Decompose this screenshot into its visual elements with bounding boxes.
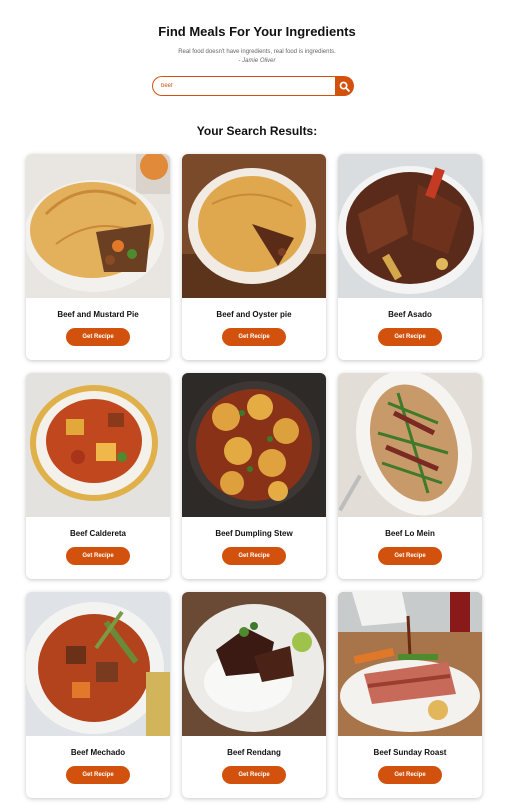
get-recipe-button[interactable]: Get Recipe xyxy=(66,766,130,784)
recipe-card: Beef Mechado Get Recipe xyxy=(26,592,170,798)
recipe-name: Beef Rendang xyxy=(227,748,281,757)
recipe-name: Beef Lo Mein xyxy=(385,529,435,538)
recipe-card: Beef Asado Get Recipe xyxy=(338,154,482,360)
recipe-image xyxy=(26,592,170,736)
recipe-card: Beef Lo Mein Get Recipe xyxy=(338,373,482,579)
recipe-image xyxy=(338,154,482,298)
results-grid: Beef and Mustard Pie Get Recipe Beef and… xyxy=(26,154,482,798)
search-icon xyxy=(339,81,350,92)
recipe-name: Beef Asado xyxy=(388,310,432,319)
recipe-image xyxy=(26,154,170,298)
recipe-image xyxy=(182,373,326,517)
recipe-name: Beef Caldereta xyxy=(69,529,127,538)
recipe-name: Beef Dumpling Stew xyxy=(215,529,293,538)
recipe-name: Beef Mechado xyxy=(70,748,126,757)
get-recipe-button[interactable]: Get Recipe xyxy=(66,547,130,565)
recipe-image xyxy=(26,373,170,517)
recipe-card: Beef Rendang Get Recipe xyxy=(182,592,326,798)
get-recipe-button[interactable]: Get Recipe xyxy=(222,766,286,784)
recipe-card: Beef Caldereta Get Recipe xyxy=(26,373,170,579)
recipe-name: Beef and Mustard Pie xyxy=(57,310,139,319)
get-recipe-button[interactable]: Get Recipe xyxy=(222,547,286,565)
search-bar xyxy=(152,76,354,96)
get-recipe-button[interactable]: Get Recipe xyxy=(66,328,130,346)
get-recipe-button[interactable]: Get Recipe xyxy=(378,547,442,565)
get-recipe-button[interactable]: Get Recipe xyxy=(378,328,442,346)
recipe-card: Beef Sunday Roast Get Recipe xyxy=(338,592,482,798)
quote-text: Real food doesn't have ingredients, real… xyxy=(178,49,336,55)
search-input[interactable] xyxy=(152,76,335,96)
quote-author: - Jamie Oliver xyxy=(238,58,276,64)
recipe-image xyxy=(338,592,482,736)
results-title: Your Search Results: xyxy=(196,124,318,138)
recipe-card: Beef Dumpling Stew Get Recipe xyxy=(182,373,326,579)
quote-block: Real food doesn't have ingredients, real… xyxy=(0,48,514,66)
recipe-image xyxy=(182,154,326,298)
get-recipe-button[interactable]: Get Recipe xyxy=(222,328,286,346)
recipe-image xyxy=(182,592,326,736)
recipe-card: Beef and Mustard Pie Get Recipe xyxy=(26,154,170,360)
search-button[interactable] xyxy=(335,76,354,96)
get-recipe-button[interactable]: Get Recipe xyxy=(378,766,442,784)
page-title: Find Meals For Your Ingredients xyxy=(158,24,356,39)
recipe-name: Beef and Oyster pie xyxy=(216,310,292,319)
recipe-card: Beef and Oyster pie Get Recipe xyxy=(182,154,326,360)
recipe-name: Beef Sunday Roast xyxy=(373,748,447,757)
recipe-image xyxy=(338,373,482,517)
